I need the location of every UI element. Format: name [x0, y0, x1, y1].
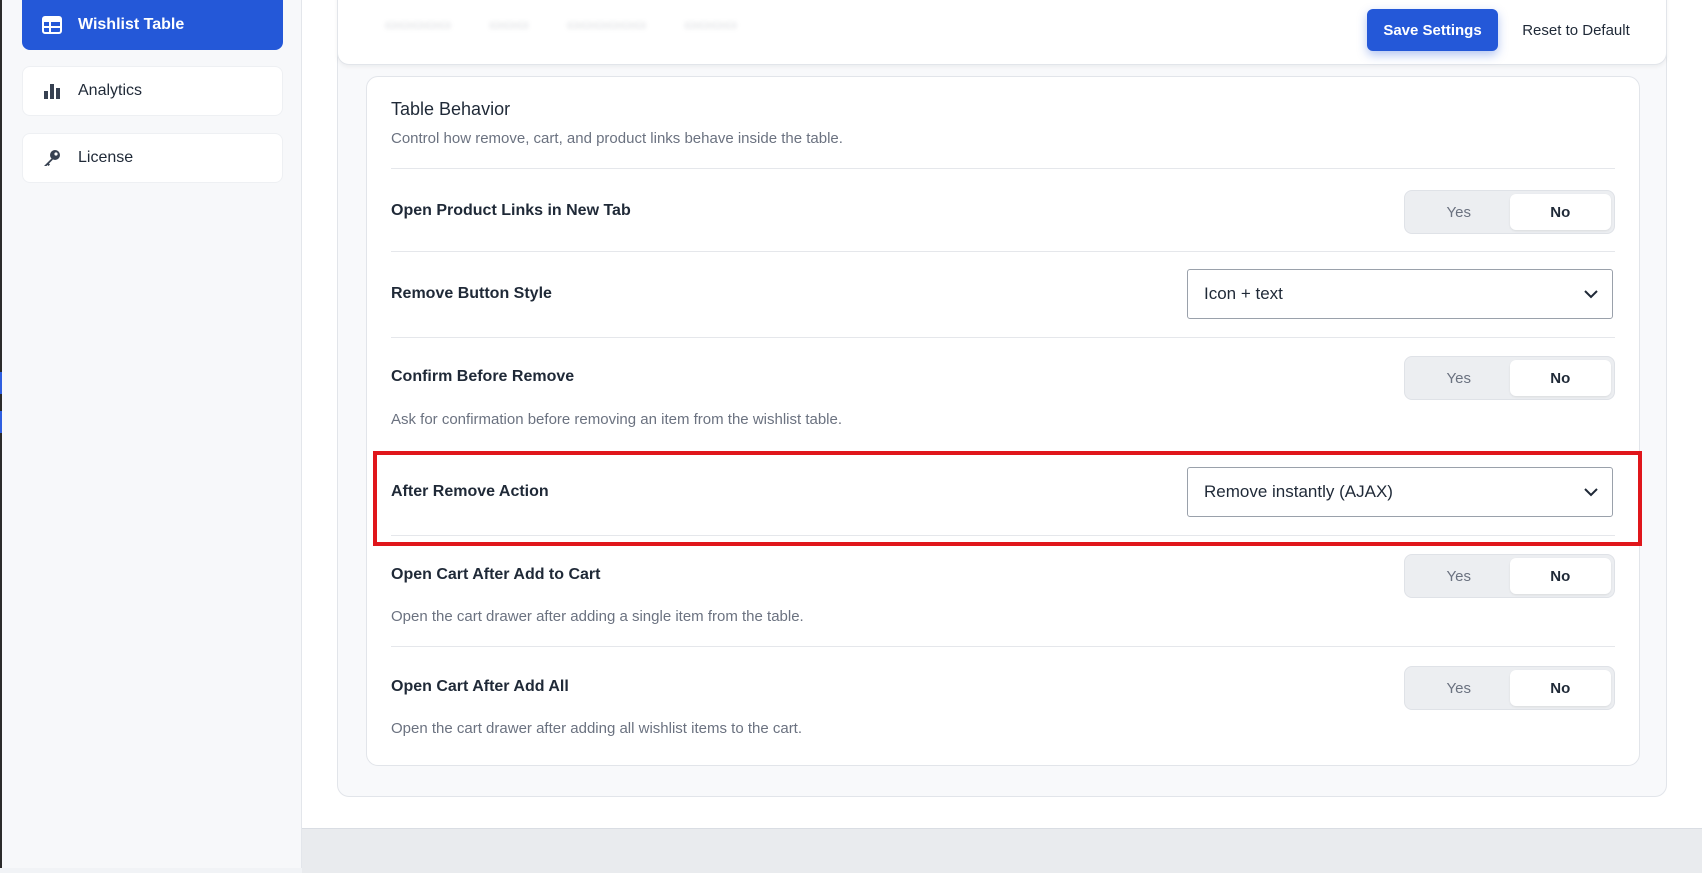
chevron-down-icon [1584, 290, 1598, 299]
divider [391, 337, 1615, 338]
settings-tabs-blurred: ▭▭▭▭▭ ▭▭▭ ▭▭▭▭▭▭ ▭▭▭▭ [385, 16, 738, 32]
select-value: Icon + text [1204, 284, 1283, 303]
toggle-option-yes[interactable]: Yes [1408, 360, 1510, 396]
bar-chart-icon [41, 80, 63, 102]
select-remove-button-style[interactable]: Icon + text [1187, 269, 1613, 319]
setting-label-open-product-links: Open Product Links in New Tab [391, 202, 631, 219]
toggle-open-product-links: Yes No [1404, 190, 1615, 234]
divider [391, 535, 1615, 536]
sidebar-item-license[interactable]: License [22, 133, 283, 183]
sidebar: Wishlist Table Analytics License [2, 0, 302, 868]
select-value: Remove instantly (AJAX) [1204, 482, 1393, 501]
toggle-option-yes[interactable]: Yes [1408, 194, 1510, 230]
setting-label-after-remove-action: After Remove Action [391, 483, 549, 500]
toggle-option-no[interactable]: No [1509, 670, 1611, 706]
sidebar-item-analytics[interactable]: Analytics [22, 66, 283, 116]
setting-label-open-cart-after-add: Open Cart After Add to Cart [391, 566, 601, 583]
divider [391, 168, 1615, 169]
setting-help-open-cart-after-add-all: Open the cart drawer after adding all wi… [391, 720, 803, 737]
divider [391, 646, 1615, 647]
toggle-confirm-before-remove: Yes No [1404, 356, 1615, 400]
table-icon [41, 14, 63, 36]
setting-help-open-cart-after-add: Open the cart drawer after adding a sing… [391, 608, 804, 625]
sidebar-item-label: Wishlist Table [78, 16, 185, 33]
toggle-open-cart-after-add-all: Yes No [1404, 666, 1615, 710]
toggle-option-no[interactable]: No [1509, 558, 1611, 594]
toggle-option-yes[interactable]: Yes [1408, 670, 1510, 706]
section-description: Control how remove, cart, and product li… [391, 130, 843, 147]
select-after-remove-action[interactable]: Remove instantly (AJAX) [1187, 467, 1613, 517]
toggle-option-yes[interactable]: Yes [1408, 558, 1510, 594]
section-title: Table Behavior [391, 99, 511, 119]
sidebar-item-wishlist-table[interactable]: Wishlist Table [22, 0, 283, 50]
toggle-option-no[interactable]: No [1509, 360, 1611, 396]
divider [391, 251, 1615, 252]
sidebar-item-label: Analytics [78, 82, 143, 99]
setting-help-confirm-before-remove: Ask for confirmation before removing an … [391, 411, 843, 428]
setting-label-remove-button-style: Remove Button Style [391, 285, 552, 302]
key-icon [41, 147, 63, 169]
reset-to-default-button[interactable]: Reset to Default [1505, 9, 1647, 51]
toggle-option-no[interactable]: No [1509, 194, 1611, 230]
footer-band [302, 828, 1702, 873]
toggle-open-cart-after-add: Yes No [1404, 554, 1615, 598]
chevron-down-icon [1584, 488, 1598, 497]
setting-label-confirm-before-remove: Confirm Before Remove [391, 368, 575, 385]
setting-label-open-cart-after-add-all: Open Cart After Add All [391, 678, 569, 695]
sidebar-item-label: License [78, 149, 134, 166]
save-settings-button[interactable]: Save Settings [1367, 9, 1498, 51]
